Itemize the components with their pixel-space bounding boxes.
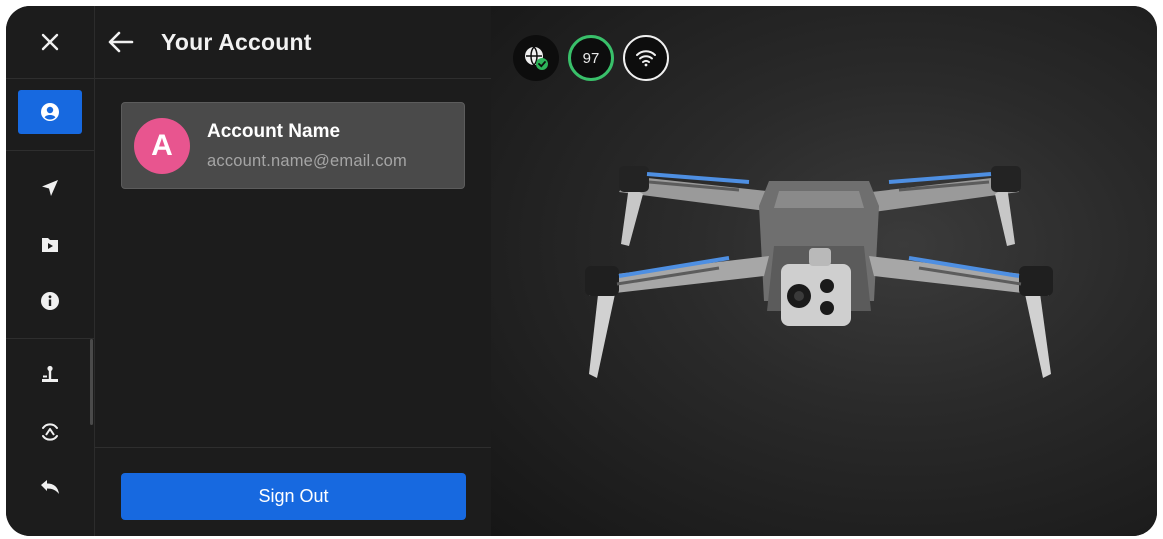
app-window: Your Account A Account Name account.name… [6, 6, 1157, 536]
globe-check-icon [525, 46, 548, 70]
account-card[interactable]: A Account Name account.name@email.com [121, 102, 465, 189]
panel-header: Your Account [95, 6, 491, 79]
rail-media-button[interactable] [18, 223, 82, 267]
account-icon [41, 103, 59, 121]
drone-image [585, 166, 1053, 378]
joystick-icon [42, 365, 58, 382]
back-arrow-icon [108, 31, 134, 53]
rail-return-home-button[interactable] [18, 410, 82, 454]
icon-rail [6, 6, 95, 536]
rail-joystick-button[interactable] [18, 352, 82, 396]
wifi-status[interactable] [623, 35, 669, 81]
rail-undo-button[interactable] [18, 465, 82, 509]
sign-out-button[interactable]: Sign Out [121, 473, 466, 520]
info-icon [41, 292, 59, 310]
rail-navigation-button[interactable] [18, 166, 82, 210]
status-indicators: 97 [513, 35, 669, 81]
rail-account-button[interactable] [18, 90, 82, 134]
account-panel: Your Account A Account Name account.name… [95, 6, 491, 536]
rail-scrollbar[interactable] [90, 339, 93, 425]
back-button[interactable] [105, 26, 137, 58]
page-title: Your Account [161, 28, 312, 55]
account-info: Account Name account.name@email.com [207, 121, 407, 171]
close-icon [41, 33, 59, 51]
account-email: account.name@email.com [207, 151, 407, 170]
close-button[interactable] [6, 6, 94, 78]
gps-status[interactable] [513, 35, 559, 81]
media-folder-icon [42, 238, 58, 252]
avatar: A [134, 117, 190, 174]
rail-info-button[interactable] [18, 279, 82, 323]
footer-divider [95, 447, 491, 448]
navigation-arrow-icon [42, 180, 58, 196]
battery-status[interactable]: 97 [568, 35, 614, 81]
undo-icon [41, 480, 59, 494]
drone-viewer: 97 [491, 6, 1157, 536]
wifi-icon [636, 50, 656, 67]
return-home-icon [42, 423, 58, 441]
account-name: Account Name [207, 120, 341, 142]
